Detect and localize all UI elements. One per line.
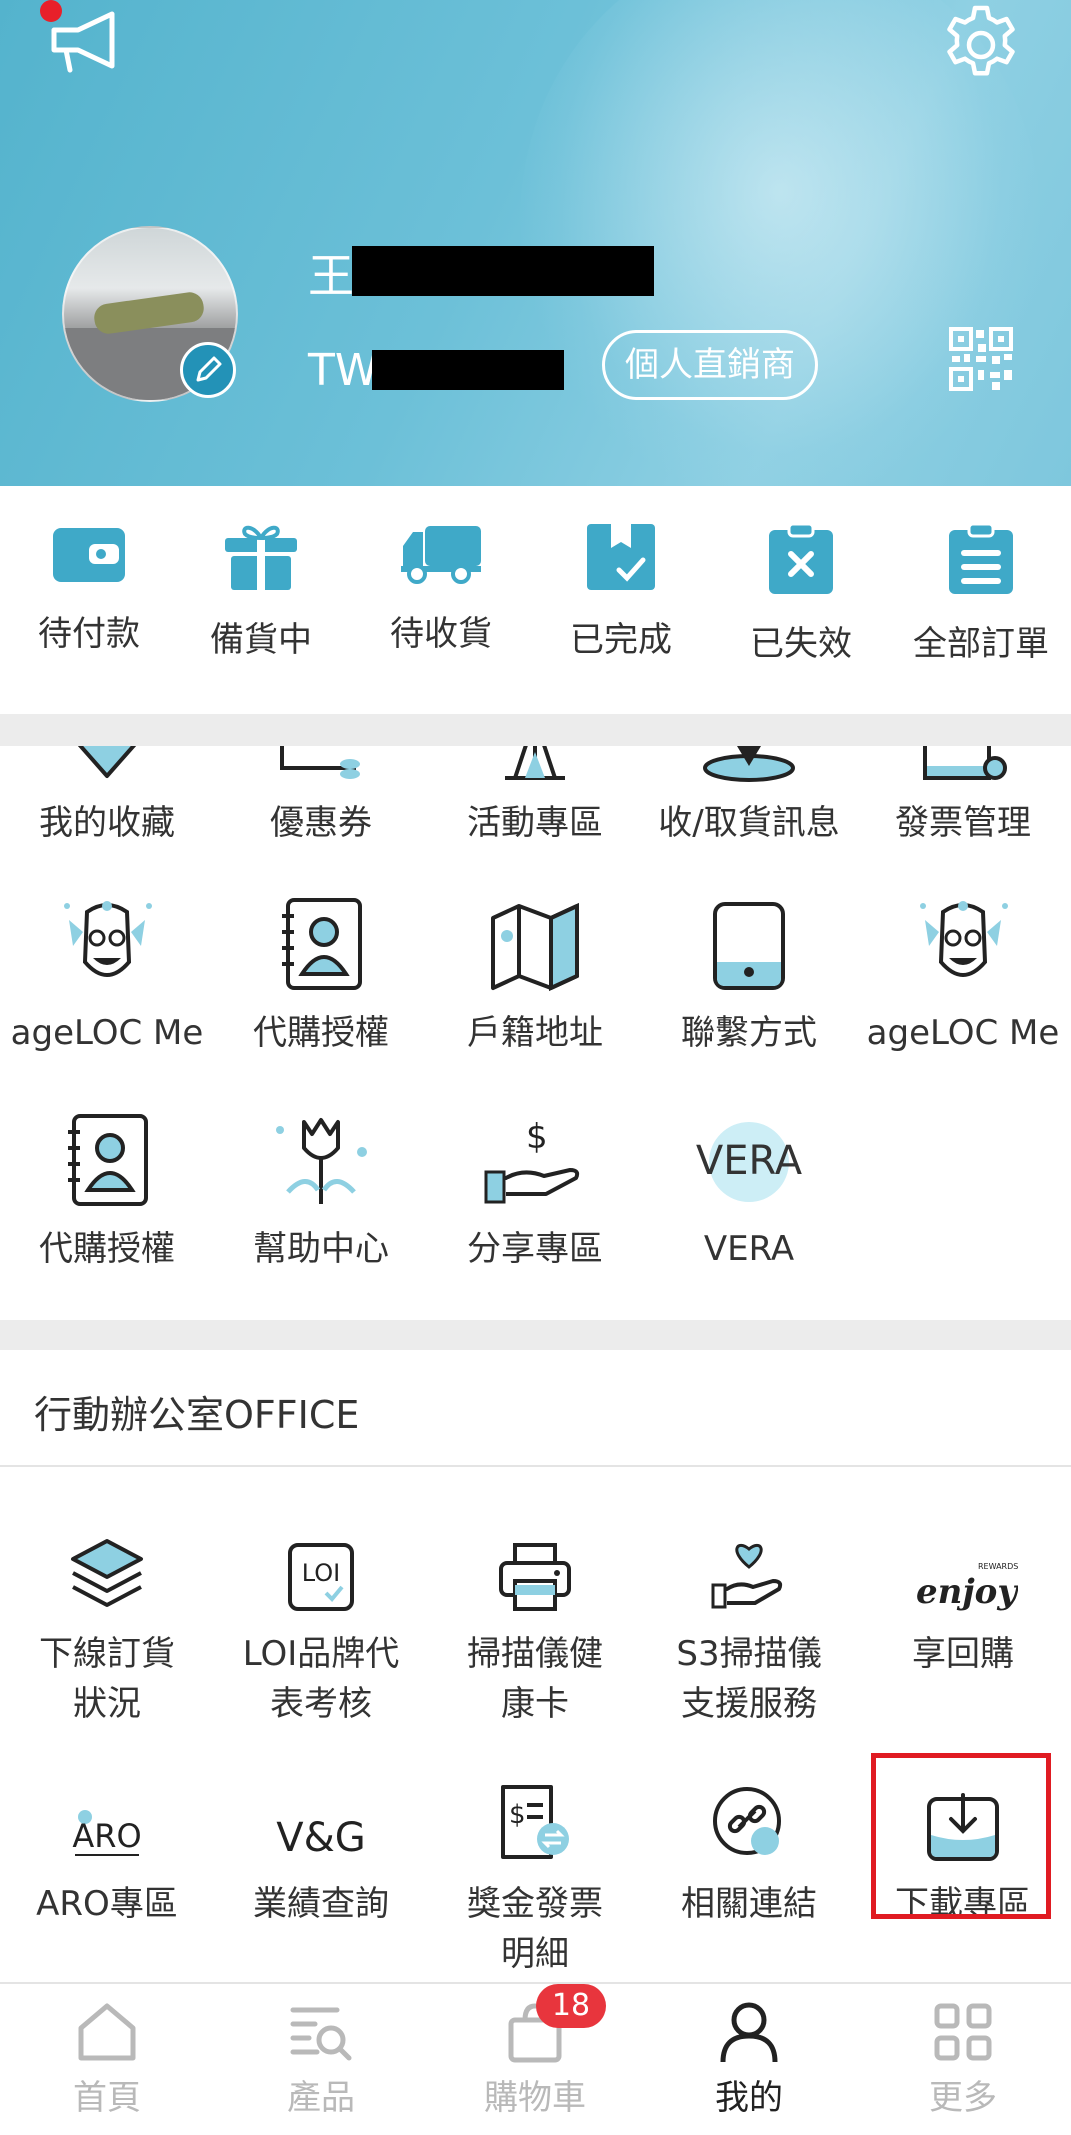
loi-icon: LOI — [288, 1543, 354, 1611]
svg-text:$: $ — [509, 1800, 526, 1830]
nav-mine[interactable]: 我的 — [642, 1984, 856, 2119]
grid-item-proxy-auth[interactable]: 代購授權 — [214, 896, 428, 1058]
office-related-links[interactable]: 相關連結 — [642, 1767, 856, 1929]
grid-item-vera[interactable]: VERA VERA — [642, 1112, 856, 1274]
clipboard-x-icon — [769, 522, 833, 594]
nav-home[interactable]: 首頁 — [0, 1984, 214, 2119]
clipboard-list-icon — [949, 522, 1013, 594]
office-aro[interactable]: ARO ARO專區 — [0, 1767, 214, 1929]
grid-item-favorites[interactable]: 我的收藏 — [0, 746, 214, 848]
hand-dollar-icon: $ — [484, 1118, 580, 1204]
announcement-button[interactable] — [48, 10, 124, 78]
settings-button[interactable] — [940, 4, 1022, 90]
location-icon — [703, 746, 795, 782]
member-id: TW — [308, 345, 379, 396]
profile-header: 王 TW 個人直銷商 — [0, 0, 1071, 486]
grid-item-share[interactable]: $ 分享專區 — [428, 1112, 642, 1274]
gear-icon — [947, 5, 1015, 76]
home-icon — [78, 2003, 136, 2061]
contact-book-icon — [282, 898, 362, 990]
svg-text:$: $ — [526, 1118, 548, 1157]
order-status-row: 待付款 備貨中 待收貨 已完成 已失效 全部訂單 — [0, 486, 1071, 714]
megaphone-icon — [51, 11, 115, 73]
order-pending-payment[interactable]: 待付款 — [0, 486, 178, 655]
grid-item-invoice[interactable]: 發票管理 — [856, 746, 1070, 848]
cart-count-badge: 18 — [536, 1984, 606, 2028]
office-performance-query[interactable]: V&G 業績查詢 — [214, 1767, 428, 1929]
nav-cart[interactable]: 購物車 — [428, 1984, 642, 2119]
vera-logo-icon: VERA — [696, 1122, 803, 1202]
product-search-icon — [290, 2007, 352, 2061]
highlight-box — [871, 1753, 1051, 1919]
svg-text:V&G: V&G — [276, 1815, 366, 1861]
event-icon — [505, 746, 565, 780]
grid-item-help-center[interactable]: 幫助中心 — [214, 1112, 428, 1274]
nav-more[interactable]: 更多 — [856, 1984, 1070, 2119]
role-badge[interactable]: 個人直銷商 — [602, 330, 818, 400]
svg-text:enjoy: enjoy — [916, 1572, 1018, 1612]
grid-item-proxy-auth-2[interactable]: 代購授權 — [0, 1112, 214, 1274]
office-loi-assessment[interactable]: LOI LOI品牌代 表考核 — [214, 1517, 428, 1729]
truck-icon — [401, 526, 481, 584]
office-downline-orders[interactable]: 下線訂貨 狀況 — [0, 1517, 214, 1729]
hand-heart-icon — [711, 1543, 783, 1609]
office-s3-scanner-support[interactable]: S3掃描儀 支援服務 — [642, 1517, 856, 1729]
office-enjoy-rewards[interactable]: enjoy REWARDS 享回購 — [856, 1517, 1070, 1679]
ageloc-mascot-icon — [64, 901, 152, 977]
qr-code-button[interactable] — [948, 326, 1014, 396]
svg-text:ARO: ARO — [72, 1817, 141, 1855]
link-icon — [713, 1787, 781, 1855]
ageloc-mascot-icon — [920, 901, 1008, 977]
section-divider-2 — [0, 1320, 1071, 1350]
contact-book-icon — [68, 1114, 148, 1206]
pencil-icon — [196, 356, 222, 382]
redacted-member-id — [372, 350, 564, 390]
gift-icon — [225, 525, 297, 590]
grid-icon — [934, 2003, 992, 2061]
office-section-title: 行動辦公室OFFICE — [34, 1393, 360, 1437]
vg-logo-icon: V&G — [276, 1815, 366, 1861]
qr-code-icon — [949, 327, 1013, 391]
invoice-icon — [923, 746, 1007, 780]
edit-avatar-button[interactable] — [180, 342, 236, 398]
order-all[interactable]: 全部訂單 — [892, 486, 1070, 665]
svg-text:REWARDS: REWARDS — [978, 1562, 1018, 1571]
grid-item-household-address[interactable]: 戶籍地址 — [428, 896, 642, 1058]
order-shipping[interactable]: 待收貨 — [352, 486, 530, 655]
user-icon — [720, 2002, 778, 2063]
grid-item-ageloc-me-2[interactable]: ageLOC Me — [856, 896, 1070, 1058]
grid-item-coupons[interactable]: 優惠券 — [214, 746, 428, 848]
grid-item-ageloc-me[interactable]: ageLOC Me — [0, 896, 214, 1058]
phone-icon — [713, 902, 785, 990]
map-icon — [491, 902, 579, 992]
redacted-name — [352, 246, 654, 296]
bottom-navigation: 首頁 產品 購物車 18 我的 更多 — [0, 1982, 1071, 2135]
office-bonus-invoice[interactable]: $ 獎金發票 明細 — [428, 1767, 642, 1979]
tulip-icon — [276, 1118, 367, 1204]
coupon-icon — [280, 746, 360, 779]
svg-text:LOI: LOI — [302, 1559, 340, 1587]
order-preparing[interactable]: 備貨中 — [172, 486, 350, 661]
nav-products[interactable]: 產品 — [214, 1984, 428, 2119]
grid-item-events[interactable]: 活動專區 — [428, 746, 642, 848]
order-completed[interactable]: 已完成 — [532, 486, 710, 661]
printer-icon — [499, 1543, 571, 1611]
grid-item-delivery-info[interactable]: 收/取貨訊息 — [642, 746, 856, 848]
notification-dot — [40, 0, 62, 22]
office-scanner-health-card[interactable]: 掃描儀健 康卡 — [428, 1517, 642, 1729]
grid-item-contact[interactable]: 聯繫方式 — [642, 896, 856, 1058]
bonus-invoice-icon: $ — [501, 1785, 569, 1859]
services-grid: 我的收藏 優惠券 活動專區 收/取貨訊息 發票管理 ageLOC Me 代購授權 — [0, 746, 1071, 1320]
enjoy-logo-icon: enjoy REWARDS — [916, 1562, 1018, 1612]
aro-logo-icon: ARO — [72, 1810, 142, 1856]
svg-text:VERA: VERA — [696, 1138, 803, 1184]
section-divider — [0, 714, 1071, 746]
order-invalid[interactable]: 已失效 — [712, 486, 890, 665]
user-name: 王 — [308, 249, 354, 303]
layers-icon — [71, 1539, 143, 1607]
box-check-icon — [587, 524, 655, 590]
heart-icon — [77, 746, 137, 778]
wallet-icon — [53, 528, 125, 582]
